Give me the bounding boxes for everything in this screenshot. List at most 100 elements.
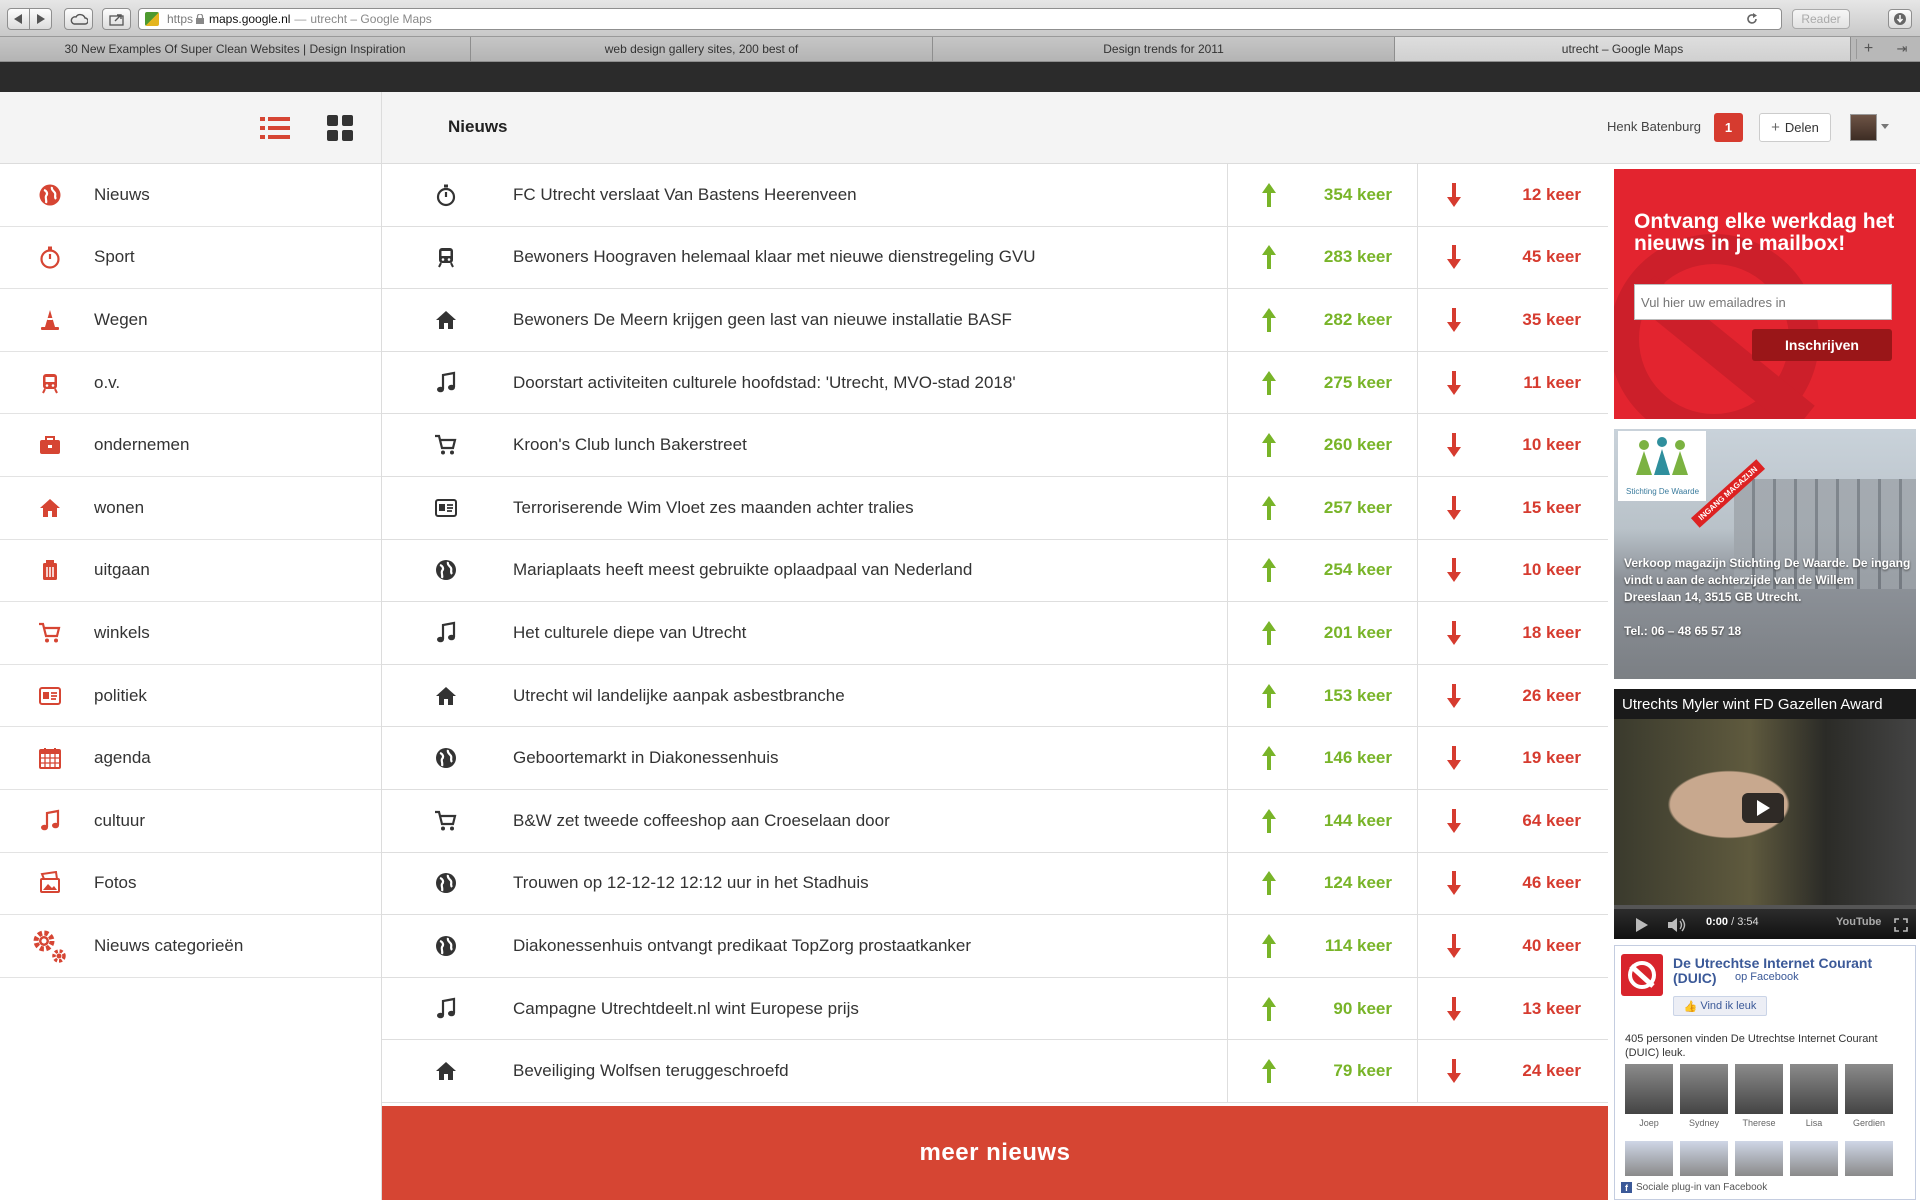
reload-icon[interactable] — [1745, 12, 1759, 26]
thumbs-down-arrow-icon[interactable] — [1447, 433, 1461, 458]
grid-view-button[interactable] — [325, 113, 355, 143]
thumbs-up-arrow-icon[interactable] — [1262, 1059, 1276, 1084]
face-photo[interactable] — [1845, 1141, 1893, 1176]
thumbs-down-arrow-icon[interactable] — [1447, 933, 1461, 958]
news-row[interactable]: Campagne Utrechtdeelt.nl wint Europese p… — [382, 977, 1608, 1041]
video-title[interactable]: Utrechts Myler wint FD Gazellen Award — [1622, 696, 1883, 713]
news-row[interactable]: Bewoners De Meern krijgen geen last van … — [382, 289, 1608, 352]
news-headline[interactable]: Bewoners Hoograven helemaal klaar met ni… — [513, 247, 1036, 267]
news-row[interactable]: Bewoners Hoograven helemaal klaar met ni… — [382, 226, 1608, 290]
on-facebook-link[interactable]: op Facebook — [1735, 971, 1799, 983]
address-bar[interactable]: https maps.google.nl — utrecht – Google … — [138, 8, 1782, 30]
thumbs-down-arrow-icon[interactable] — [1447, 871, 1461, 896]
facebook-face[interactable]: Sydney — [1680, 1064, 1728, 1128]
news-row[interactable]: Diakonessenhuis ontvangt predikaat TopZo… — [382, 915, 1608, 978]
news-row[interactable]: Doorstart activiteiten culturele hoofdst… — [382, 351, 1608, 415]
news-headline[interactable]: Terroriserende Wim Vloet zes maanden ach… — [513, 498, 914, 518]
thumbs-down-arrow-icon[interactable] — [1447, 746, 1461, 771]
advertisement[interactable]: Stichting De Waarde INGANG MAGAZIJN Verk… — [1614, 429, 1916, 679]
video-player[interactable]: Utrechts Myler wint FD Gazellen Award 0:… — [1614, 689, 1916, 939]
thumbs-down-arrow-icon[interactable] — [1447, 245, 1461, 270]
facebook-plugin-note[interactable]: f Sociale plug-in van Facebook — [1621, 1182, 1767, 1193]
back-button[interactable] — [7, 8, 30, 30]
play-small-icon[interactable] — [1636, 918, 1648, 932]
news-headline[interactable]: Beveiliging Wolfsen teruggeschroefd — [513, 1061, 789, 1081]
share-button[interactable]: + Delen — [1759, 113, 1831, 142]
thumbs-down-arrow-icon[interactable] — [1447, 370, 1461, 395]
news-row[interactable]: Kroon's Club lunch Bakerstreet 260 keer 10… — [382, 414, 1608, 477]
tab-overflow-button[interactable]: ⇥ — [1890, 39, 1914, 59]
thumbs-up-arrow-icon[interactable] — [1262, 245, 1276, 270]
sidebar-item-ov[interactable]: o.v. — [0, 352, 381, 415]
thumbs-down-arrow-icon[interactable] — [1447, 1059, 1461, 1084]
thumbs-up-arrow-icon[interactable] — [1262, 495, 1276, 520]
news-headline[interactable]: FC Utrecht verslaat Van Bastens Heerenve… — [513, 185, 857, 205]
sidebar-item-agenda[interactable]: agenda — [0, 727, 381, 790]
sidebar-item-fotos[interactable]: Fotos — [0, 853, 381, 916]
more-news-button[interactable]: meer nieuws — [382, 1106, 1608, 1200]
thumbs-up-arrow-icon[interactable] — [1262, 307, 1276, 332]
downloads-button[interactable] — [1888, 9, 1912, 29]
news-headline[interactable]: Bewoners De Meern krijgen geen last van … — [513, 310, 1012, 330]
avatar[interactable] — [1850, 114, 1877, 141]
thumbs-down-arrow-icon[interactable] — [1447, 182, 1461, 207]
news-headline[interactable]: Het culturele diepe van Utrecht — [513, 623, 746, 643]
thumbs-up-arrow-icon[interactable] — [1262, 370, 1276, 395]
news-headline[interactable]: Doorstart activiteiten culturele hoofdst… — [513, 373, 1016, 393]
thumbs-down-arrow-icon[interactable] — [1447, 307, 1461, 332]
news-row[interactable]: Terroriserende Wim Vloet zes maanden ach… — [382, 476, 1608, 540]
new-tab-button[interactable]: + — [1856, 39, 1880, 59]
thumbs-up-arrow-icon[interactable] — [1262, 558, 1276, 583]
thumbs-down-arrow-icon[interactable] — [1447, 495, 1461, 520]
news-row[interactable]: B&W zet tweede coffeeshop aan Croeselaan… — [382, 789, 1608, 853]
news-row[interactable]: Het culturele diepe van Utrecht 201 keer 1… — [382, 602, 1608, 665]
notification-badge[interactable]: 1 — [1714, 113, 1743, 142]
facebook-face[interactable]: Joep — [1625, 1064, 1673, 1128]
news-headline[interactable]: B&W zet tweede coffeeshop aan Croeselaan… — [513, 811, 890, 831]
news-row[interactable]: Beveiliging Wolfsen teruggeschroefd 79 ke… — [382, 1040, 1608, 1103]
news-row[interactable]: Trouwen op 12-12-12 12:12 uur in het Sta… — [382, 852, 1608, 916]
thumbs-up-arrow-icon[interactable] — [1262, 871, 1276, 896]
facebook-face[interactable]: Therese — [1735, 1064, 1783, 1128]
share-page-button[interactable] — [102, 8, 131, 30]
sidebar-item-nieuws[interactable]: Nieuws — [0, 164, 381, 227]
thumbs-up-arrow-icon[interactable] — [1262, 182, 1276, 207]
subscribe-button[interactable]: Inschrijven — [1752, 329, 1892, 361]
fullscreen-icon[interactable] — [1894, 918, 1908, 932]
play-button[interactable] — [1742, 793, 1784, 823]
sidebar-item-wegen[interactable]: Wegen — [0, 289, 381, 352]
sidebar-item-uitgaan[interactable]: uitgaan — [0, 540, 381, 603]
browser-tab[interactable]: Design trends for 2011 — [933, 37, 1395, 61]
icloud-tabs-button[interactable] — [64, 8, 93, 30]
browser-tab[interactable]: web design gallery sites, 200 best of — [471, 37, 933, 61]
sidebar-item-nieuws-categorieen[interactable]: Nieuws categorieën — [0, 915, 381, 978]
facebook-face[interactable]: Lisa — [1790, 1064, 1838, 1128]
news-headline[interactable]: Geboortemarkt in Diakonessenhuis — [513, 748, 779, 768]
thumbs-up-arrow-icon[interactable] — [1262, 683, 1276, 708]
news-headline[interactable]: Campagne Utrechtdeelt.nl wint Europese p… — [513, 999, 859, 1019]
thumbs-up-arrow-icon[interactable] — [1262, 746, 1276, 771]
news-headline[interactable]: Diakonessenhuis ontvangt predikaat TopZo… — [513, 936, 971, 956]
sidebar-item-politiek[interactable]: politiek — [0, 665, 381, 728]
user-name[interactable]: Henk Batenburg — [1607, 119, 1701, 134]
duic-logo[interactable] — [1621, 954, 1663, 996]
facebook-like-button[interactable]: 👍 Vind ik leuk — [1673, 996, 1767, 1016]
news-headline[interactable]: Kroon's Club lunch Bakerstreet — [513, 435, 747, 455]
sidebar-item-sport[interactable]: Sport — [0, 227, 381, 290]
sidebar-item-cultuur[interactable]: cultuur — [0, 790, 381, 853]
thumbs-down-arrow-icon[interactable] — [1447, 808, 1461, 833]
thumbs-up-arrow-icon[interactable] — [1262, 808, 1276, 833]
thumbs-down-arrow-icon[interactable] — [1447, 996, 1461, 1021]
thumbs-down-arrow-icon[interactable] — [1447, 620, 1461, 645]
face-photo[interactable] — [1625, 1141, 1673, 1176]
browser-tab[interactable]: 30 New Examples Of Super Clean Websites … — [0, 37, 471, 61]
face-photo[interactable] — [1790, 1141, 1838, 1176]
face-photo[interactable] — [1735, 1141, 1783, 1176]
thumbs-down-arrow-icon[interactable] — [1447, 683, 1461, 708]
list-view-button[interactable] — [258, 114, 294, 142]
youtube-logo[interactable]: YouTube — [1836, 916, 1881, 928]
facebook-face[interactable]: Gerdien — [1845, 1064, 1893, 1128]
news-headline[interactable]: Utrecht wil landelijke aanpak asbestbran… — [513, 686, 845, 706]
news-row[interactable]: Utrecht wil landelijke aanpak asbestbran… — [382, 664, 1608, 728]
news-row[interactable]: Geboortemarkt in Diakonessenhuis 146 keer… — [382, 727, 1608, 790]
